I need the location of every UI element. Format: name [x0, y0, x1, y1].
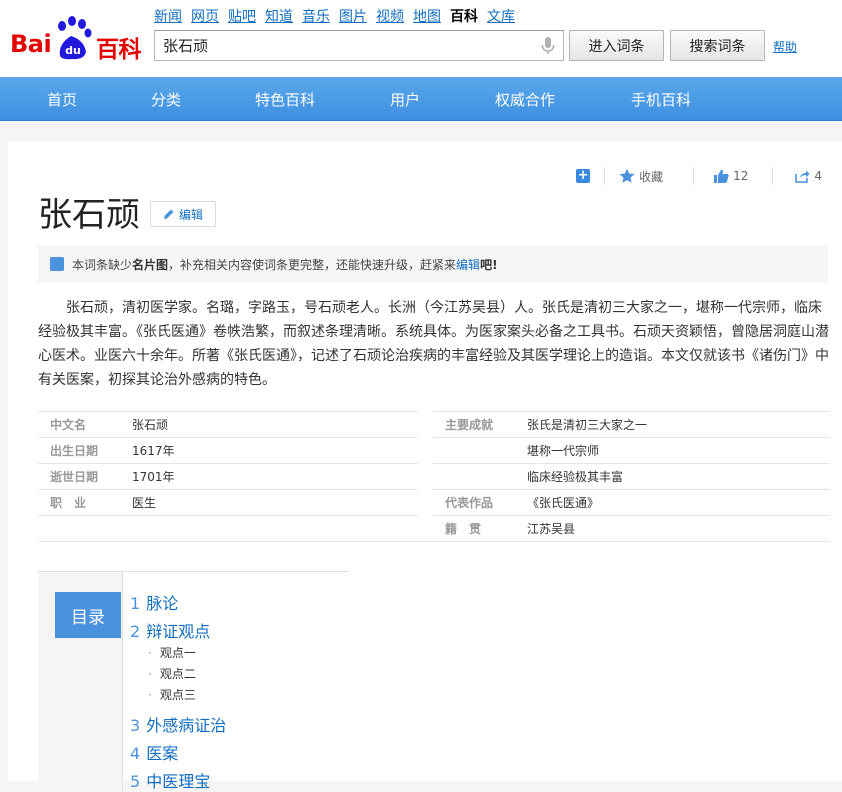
star-icon	[619, 168, 635, 183]
search-box	[154, 30, 564, 61]
product-link-image[interactable]: 图片	[339, 6, 367, 26]
product-link-music[interactable]: 音乐	[302, 6, 330, 26]
pencil-icon	[163, 209, 174, 219]
main-nav-bar: 首页 分类 特色百科 用户 权威合作 手机百科	[0, 77, 842, 121]
toc-title: 目录	[55, 592, 121, 638]
baidu-baike-logo[interactable]: Bai du 百科	[10, 12, 145, 64]
like-count: 12	[733, 169, 749, 183]
info-row: 临床经验极其丰富	[433, 463, 830, 489]
article-toolbar: + 收藏 12 4	[576, 167, 822, 185]
edit-label: 编辑	[178, 207, 203, 222]
product-link-video[interactable]: 视频	[376, 6, 404, 26]
share-icon	[795, 170, 810, 183]
toc-subitem[interactable]: 观点二	[148, 665, 196, 682]
toc-subitem[interactable]: 观点三	[148, 686, 196, 703]
info-row: 代表作品 《张氏医通》	[433, 489, 830, 515]
logo-baike-text: 百科	[96, 37, 142, 63]
info-row-empty	[38, 515, 418, 541]
edit-notice-icon	[50, 257, 64, 271]
search-input[interactable]	[155, 31, 525, 60]
notice-edit-link[interactable]: 编辑	[456, 258, 480, 272]
page-title: 张石顽	[38, 195, 140, 235]
basic-info-left: 中文名 张石顽 出生日期 1617年 逝世日期 1701年 职 业医生	[38, 411, 418, 541]
share-count: 4	[814, 169, 822, 183]
info-row: 堪称一代宗师	[433, 437, 830, 463]
header: Bai du 百科 新闻 网页 贴吧 知道 音乐 图片 视频 地图 百科 文库 …	[0, 0, 842, 77]
share-button[interactable]: 4	[795, 169, 822, 183]
info-row: 逝世日期 1701年	[38, 463, 418, 489]
help-link[interactable]: 帮助	[773, 38, 797, 55]
edit-button[interactable]: 编辑	[150, 201, 216, 227]
mainnav-home[interactable]: 首页	[47, 89, 77, 110]
missing-image-notice: 本词条缺少名片图，补充相关内容使词条更完整，还能快速升级，赶紧来编辑吧!	[38, 246, 828, 282]
divider	[693, 167, 695, 185]
toc-subitem[interactable]: 观点一	[148, 644, 196, 661]
divider	[604, 167, 606, 185]
notice-text: 本词条缺少名片图，补充相关内容使词条更完整，还能快速升级，赶紧来编辑吧!	[72, 257, 498, 272]
collect-label: 收藏	[639, 169, 664, 184]
mainnav-featured[interactable]: 特色百科	[255, 89, 315, 110]
toc-item[interactable]: 4 医案	[130, 740, 178, 764]
table-of-contents: 目录 1脉论 2辩证观点 观点一 观点二 观点三 3外感病证治 4医案 5中医理…	[38, 571, 349, 792]
logo-du-text: du	[65, 44, 81, 57]
mainnav-mobile[interactable]: 手机百科	[631, 89, 691, 110]
thumbs-up-icon	[714, 169, 729, 183]
add-icon[interactable]: +	[576, 169, 591, 183]
article-card: + 收藏 12 4 张石顽 编辑 本词条缺少名片图，补充相关内容使词条更完整，还…	[8, 141, 842, 792]
product-link-map[interactable]: 地图	[413, 6, 441, 26]
toc-item[interactable]: 1 脉论	[130, 590, 178, 614]
toc-item[interactable]: 2 辩证观点	[130, 618, 210, 642]
like-button[interactable]: 12	[714, 169, 748, 183]
divider	[772, 167, 774, 185]
product-link-tieba[interactable]: 贴吧	[228, 6, 256, 26]
search-entry-button[interactable]: 搜索词条	[670, 30, 765, 61]
summary-paragraph: 张石顽，清初医学家。名璐，字路玉，号石顽老人。长洲（今江苏吴县）人。张氏是清初三…	[38, 300, 829, 388]
mainnav-authority[interactable]: 权威合作	[495, 89, 555, 110]
collect-button[interactable]: 收藏	[619, 168, 663, 185]
info-row: 中文名 张石顽	[38, 411, 418, 437]
product-link-zhidao[interactable]: 知道	[265, 6, 293, 26]
product-link-web[interactable]: 网页	[191, 6, 219, 26]
basic-info-right: 主要成就 张氏是清初三大家之一 堪称一代宗师 临床经验极其丰富 代表作品 《张氏医通…	[433, 411, 830, 541]
product-link-news[interactable]: 新闻	[154, 6, 182, 26]
enter-entry-button[interactable]: 进入词条	[569, 30, 664, 61]
product-link-baike-current: 百科	[450, 9, 478, 25]
microphone-icon[interactable]	[541, 37, 555, 55]
info-row: 职 业医生	[38, 489, 418, 515]
toc-divider	[122, 572, 123, 792]
toc-item[interactable]: 5 中医理宝	[130, 768, 210, 792]
info-row: 籍 贯江苏吴县	[433, 515, 830, 541]
info-row: 主要成就 张氏是清初三大家之一	[433, 411, 830, 437]
basic-info-table: 中文名 张石顽 出生日期 1617年 逝世日期 1701年 职 业医生 主要成就 张氏是…	[38, 411, 830, 542]
toc-item[interactable]: 3 外感病证治	[130, 712, 226, 736]
product-nav: 新闻 网页 贴吧 知道 音乐 图片 视频 地图 百科 文库	[154, 6, 515, 26]
info-row: 出生日期 1617年	[38, 437, 418, 463]
paw-logo-icon: du	[58, 16, 92, 60]
mainnav-user[interactable]: 用户	[390, 89, 420, 110]
mainnav-category[interactable]: 分类	[151, 89, 181, 110]
logo-bai-text: Bai	[10, 30, 52, 58]
product-link-wenku[interactable]: 文库	[487, 6, 515, 26]
